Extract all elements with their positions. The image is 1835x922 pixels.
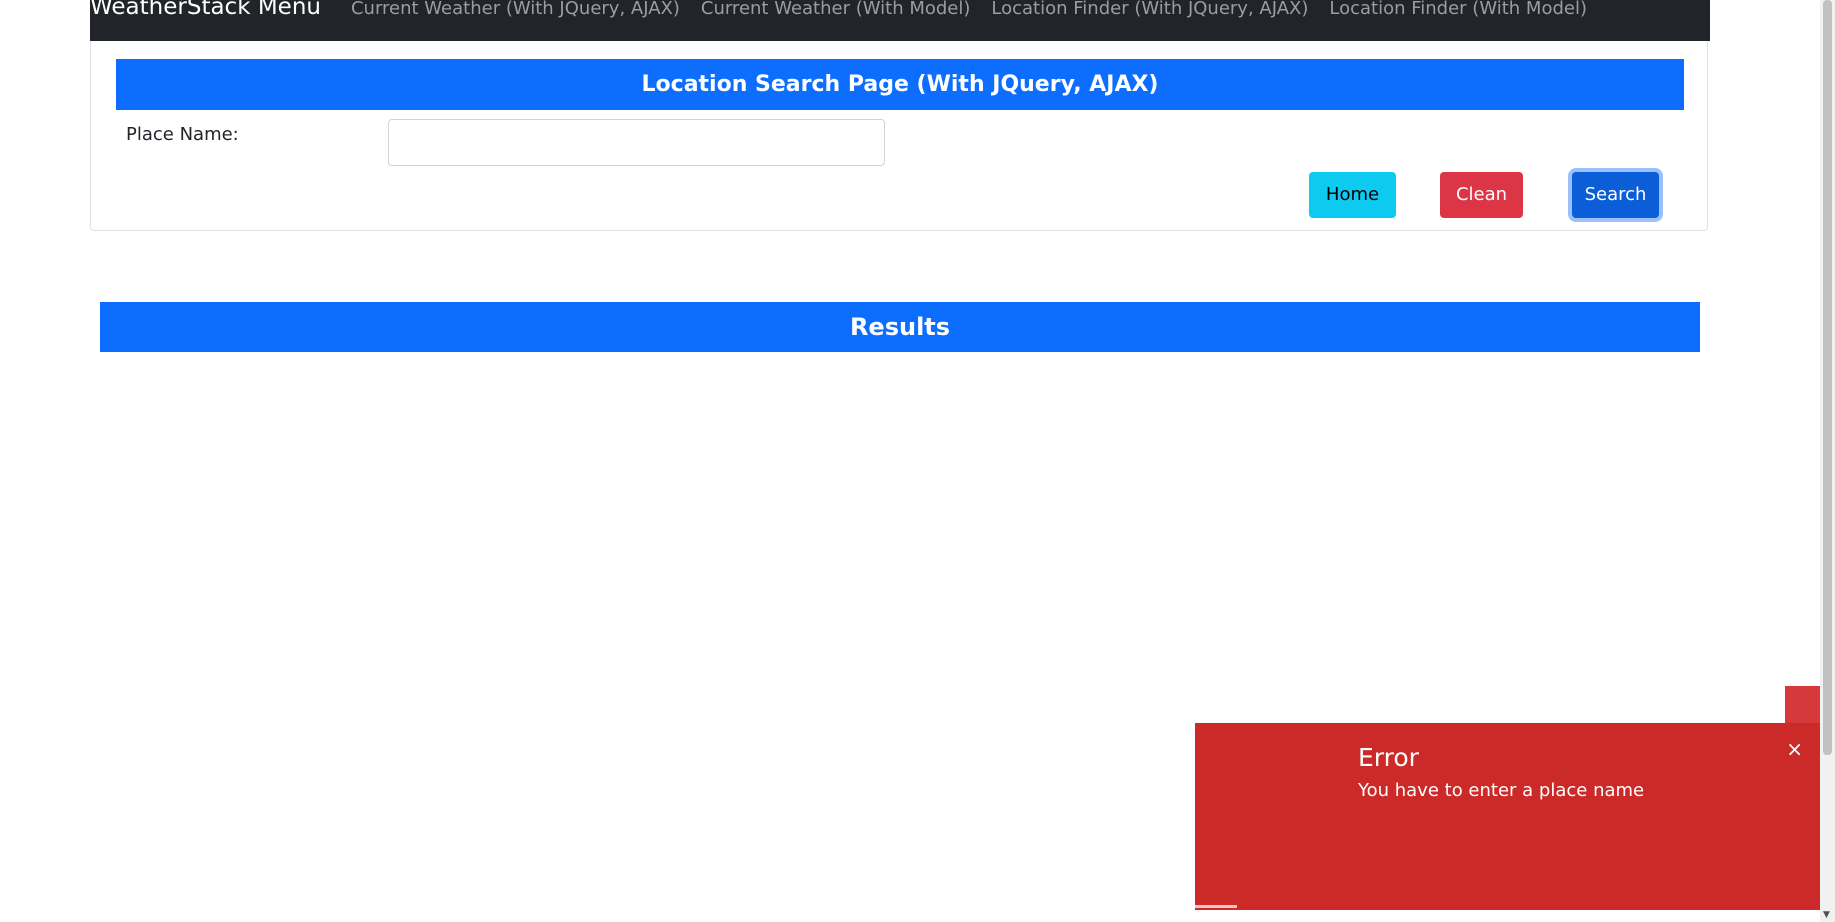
nav-link-location-finder-model[interactable]: Location Finder (With Model) xyxy=(1329,0,1587,18)
nav-link-current-weather-model[interactable]: Current Weather (With Model) xyxy=(701,0,971,18)
toast-message: You have to enter a place name xyxy=(1358,780,1645,801)
search-card: Location Search Page (With JQuery, AJAX)… xyxy=(90,41,1708,231)
nav-link-current-weather-jquery[interactable]: Current Weather (With JQuery, AJAX) xyxy=(351,0,680,18)
results-header: Results xyxy=(100,302,1700,352)
search-button[interactable]: Search xyxy=(1572,172,1659,218)
place-name-label: Place Name: xyxy=(126,124,239,145)
scrollbar-thumb[interactable] xyxy=(1823,0,1832,755)
toast-progress-bar xyxy=(1195,905,1237,908)
clean-button[interactable]: Clean xyxy=(1440,172,1523,218)
error-toast[interactable]: Error You have to enter a place name × xyxy=(1195,723,1820,910)
close-icon[interactable]: × xyxy=(1786,737,1803,761)
nav-link-location-finder-jquery[interactable]: Location Finder (With JQuery, AJAX) xyxy=(991,0,1308,18)
vertical-scrollbar[interactable]: ▼ xyxy=(1820,0,1835,922)
scroll-down-icon[interactable]: ▼ xyxy=(1823,910,1830,920)
toast-stack-tab xyxy=(1785,686,1820,723)
place-name-input[interactable] xyxy=(388,119,885,166)
page-title: Location Search Page (With JQuery, AJAX) xyxy=(116,59,1684,110)
top-navbar: WeatherStack Menu Current Weather (With … xyxy=(90,0,1710,41)
toast-title: Error xyxy=(1358,743,1419,772)
home-button[interactable]: Home xyxy=(1309,172,1396,218)
navbar-brand[interactable]: WeatherStack Menu xyxy=(90,0,321,19)
